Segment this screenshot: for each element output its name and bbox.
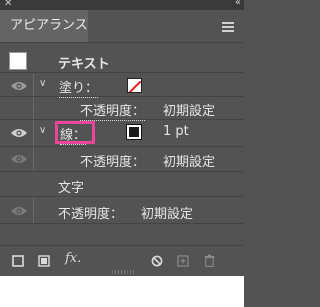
fill-label[interactable]: 塗り： [59,77,99,98]
annotation-highlight-box [55,121,95,144]
divider [0,196,244,197]
visibility-eye-icon[interactable] [10,205,28,217]
stroke-weight-value[interactable]: 1 pt [163,124,189,139]
duplicate-item-icon[interactable] [177,255,189,267]
fill-swatch-none[interactable] [127,78,142,93]
fill-opacity-value: 初期設定 [163,104,216,119]
divider [0,171,244,172]
divider [0,119,244,120]
divider [33,147,34,171]
divider [0,72,244,73]
hamburger-menu-icon[interactable] [222,22,234,32]
resize-grip[interactable] [112,270,134,274]
object-type-label: テキスト [58,57,110,72]
divider [33,197,34,223]
stroke-swatch[interactable] [126,124,142,140]
add-fill-icon[interactable] [38,255,50,267]
fill-opacity-label[interactable]: 不透明度： [80,100,146,121]
text-opacity-value: 初期設定 [141,207,194,222]
visibility-eye-icon[interactable] [10,80,28,92]
divider [0,146,244,147]
stroke-opacity-label[interactable]: 不透明度： [80,151,146,172]
divider [33,120,34,146]
visibility-eye-icon[interactable] [10,127,28,139]
divider [0,96,244,97]
collapse-panel-icon[interactable]: « [235,0,241,8]
header-divider [0,42,244,43]
object-thumbnail [9,52,27,70]
window-title-strip: ✕ « [0,0,244,10]
close-icon[interactable]: ✕ [4,0,12,9]
delete-item-icon[interactable] [204,254,215,267]
tab-appearance[interactable]: アピアランス [0,10,88,42]
divider [33,74,34,96]
divider [33,97,34,119]
add-stroke-icon[interactable] [12,255,24,267]
divider [0,223,244,224]
chevron-down-icon[interactable]: ∨ [39,78,46,89]
outside-background [0,276,244,307]
chevron-down-icon[interactable]: ∨ [39,125,46,136]
characters-label[interactable]: 文字 [58,177,84,196]
clear-appearance-icon[interactable] [151,255,163,267]
visibility-eye-icon[interactable] [10,153,28,165]
add-effect-icon[interactable]: fx. [65,251,81,266]
stroke-opacity-value: 初期設定 [163,155,216,170]
text-opacity-label[interactable]: 不透明度： [58,203,124,224]
